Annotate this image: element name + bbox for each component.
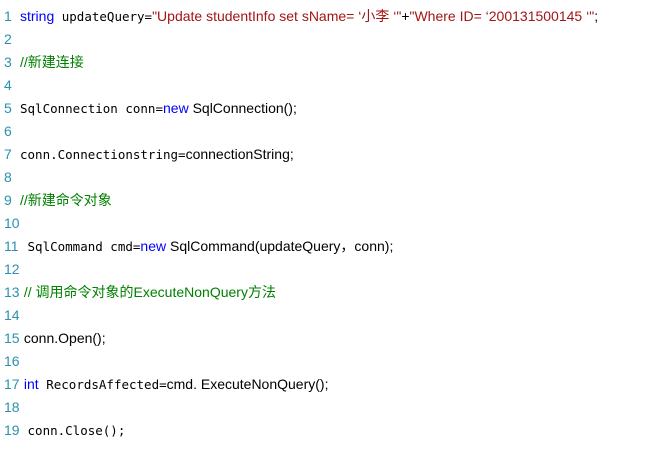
line-number: 6 [4,123,12,139]
code-line: 12 [0,258,670,281]
string-token: "Where ID= ‘200131500145 ‘" [409,8,595,24]
line-content: string updateQuery="Update studentInfo s… [20,5,598,28]
code-line: 7 conn.Connectionstring=connectionString; [0,143,670,166]
line-content: SqlCommand cmd=new SqlCommand(updateQuer… [20,235,394,258]
code-token: updateQuery= [54,9,153,24]
line-number: 19 [4,422,20,438]
code-line: 8 [0,166,670,189]
keyword-token: new [163,100,189,116]
code-line: 15 conn.Open(); [0,327,670,350]
code-token: SqlConnection(); [188,100,297,116]
line-number: 16 [4,353,20,369]
code-line: 6 [0,120,670,143]
line-number: 14 [4,307,20,323]
code-line: 16 [0,350,670,373]
code-line: 4 [0,74,670,97]
code-line: 1 string updateQuery="Update studentInfo … [0,5,670,28]
line-content: // 调用命令对象的ExecuteNonQuery方法 [20,281,276,304]
code-token: conn.Open(); [20,330,106,346]
comment-token: // 调用命令对象的ExecuteNonQuery方法 [20,284,276,300]
code-token: conn.Connectionstring= [20,147,186,162]
line-content: conn.Connectionstring=connectionString; [20,143,294,166]
line-content: int RecordsAffected=cmd. ExecuteNonQuery… [20,373,329,396]
line-number: 7 [4,146,12,162]
keyword-token: new [140,238,167,254]
keyword-token: int [20,376,39,392]
line-content: //新建连接 [20,51,84,74]
code-line: 13 // 调用命令对象的ExecuteNonQuery方法 [0,281,670,304]
comment-token: //新建连接 [20,54,84,70]
code-token: + [401,8,410,24]
code-token: ; [594,8,599,24]
line-number: 2 [4,31,12,47]
line-number: 13 [4,284,20,300]
comment-token: //新建命令对象 [20,192,112,208]
code-token: RecordsAffected= [38,377,167,392]
line-content: SqlConnection conn=new SqlConnection(); [20,97,297,120]
code-line: 10 [0,212,670,235]
line-content: //新建命令对象 [20,189,112,212]
string-token: "Update studentInfo set sName= ‘小李 ‘" [152,8,402,24]
line-content: conn.Open(); [20,327,106,350]
keyword-token: string [20,8,55,24]
line-number: 15 [4,330,20,346]
code-line: 17 int RecordsAffected=cmd. ExecuteNonQu… [0,373,670,396]
code-line: 11 SqlCommand cmd=new SqlCommand(updateQ… [0,235,670,258]
line-content: conn.Close(); [20,419,126,442]
code-token: cmd. ExecuteNonQuery(); [166,376,329,392]
line-number: 12 [4,261,20,277]
code-token: connectionString; [185,146,294,162]
code-line: 3 //新建连接 [0,51,670,74]
code-token: conn.Close(); [20,423,126,438]
line-number: 5 [4,100,12,116]
code-token: SqlCommand cmd= [20,239,141,254]
line-number: 8 [4,169,12,185]
line-number: 9 [4,192,12,208]
code-line: 2 [0,28,670,51]
line-number: 1 [4,8,12,24]
line-number: 17 [4,376,20,392]
code-line: 14 [0,304,670,327]
code-line: 19 conn.Close(); [0,419,670,442]
code-line: 18 [0,396,670,419]
line-number: 4 [4,77,12,93]
line-number: 18 [4,399,20,415]
code-line: 5 SqlConnection conn=new SqlConnection(); [0,97,670,120]
code-line: 9 //新建命令对象 [0,189,670,212]
line-number: 3 [4,54,12,70]
code-token: SqlConnection conn= [20,101,163,116]
line-number: 10 [4,215,20,231]
code-token: SqlCommand(updateQuery，conn); [166,238,394,254]
line-number: 11 [4,238,19,254]
